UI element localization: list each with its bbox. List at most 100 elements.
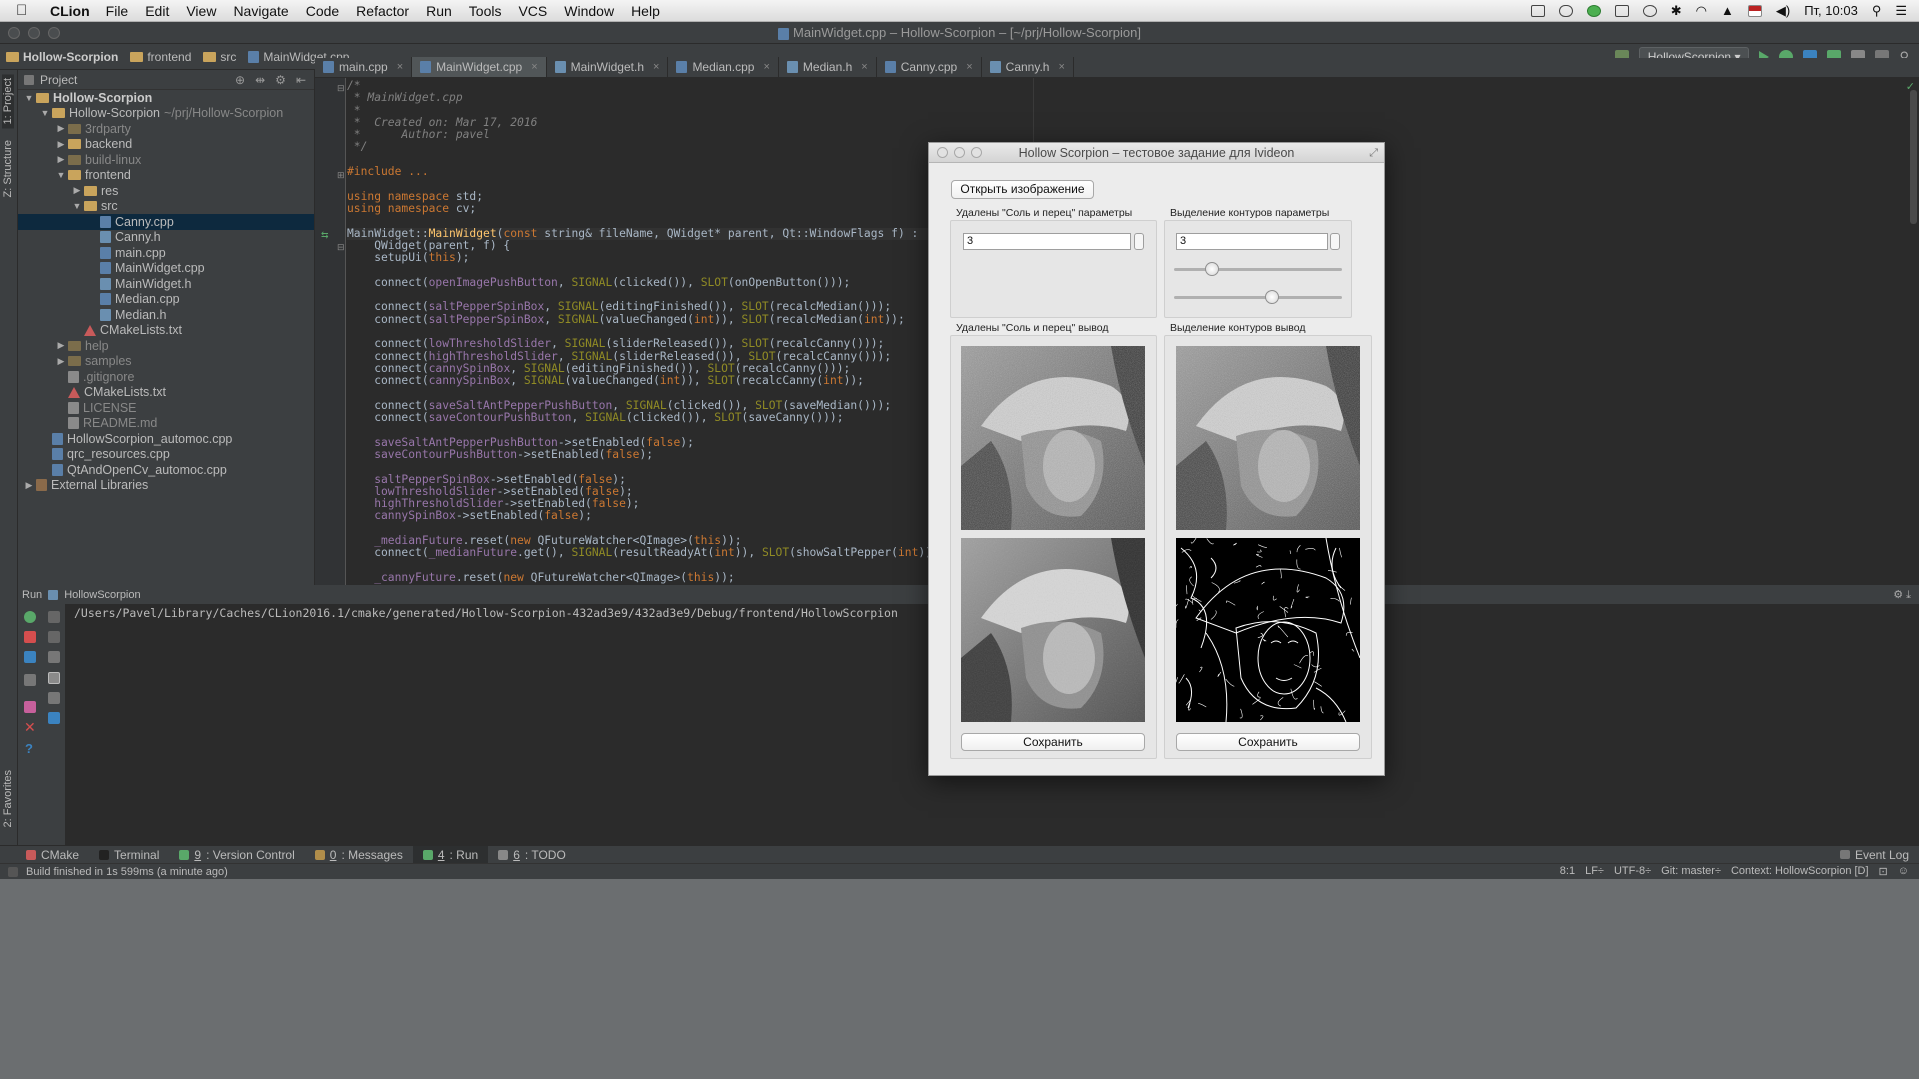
structure-tool-tab[interactable]: Z: Structure xyxy=(2,140,14,197)
soft-wrap-icon[interactable] xyxy=(48,651,60,663)
tree-item[interactable]: ▼ Hollow-Scorpion xyxy=(18,90,314,106)
help-icon[interactable]: ? xyxy=(25,741,33,756)
tree-item[interactable]: ▶ 3rdparty xyxy=(18,121,314,137)
settings-gear-icon[interactable]: ⚙ xyxy=(275,73,286,87)
collapse-icon[interactable]: ⇹ xyxy=(255,73,265,87)
canny-spin-arrows[interactable] xyxy=(1330,233,1340,250)
salt-pepper-spinbox[interactable]: 3 xyxy=(963,233,1131,250)
tree-item[interactable]: .gitignore xyxy=(18,369,314,385)
tree-item[interactable]: ▶ build-linux xyxy=(18,152,314,168)
close-tab-icon[interactable]: × xyxy=(531,61,537,73)
expand-arrow-icon[interactable]: ▼ xyxy=(38,108,52,118)
lock-icon[interactable]: ⊡ xyxy=(1879,865,1888,878)
menu-vcs[interactable]: VCS xyxy=(518,3,547,19)
tool-button-terminal[interactable]: Terminal xyxy=(89,846,169,864)
status-message[interactable]: Build finished in 1s 599ms (a minute ago… xyxy=(26,866,228,878)
stop-icon[interactable] xyxy=(24,631,36,643)
tree-item[interactable]: Canny.cpp xyxy=(18,214,314,230)
editor-gutter[interactable]: ⊟ ⊞ ⇆ ⊟ xyxy=(315,78,346,585)
clear-all-icon[interactable] xyxy=(48,712,60,724)
print-icon[interactable] xyxy=(48,692,60,704)
open-image-button[interactable]: Открыть изображение xyxy=(951,180,1094,199)
hector-icon[interactable]: ☺ xyxy=(1898,865,1909,878)
low-threshold-slider[interactable] xyxy=(1174,268,1342,271)
wifi-icon[interactable]: ◠ xyxy=(1696,3,1707,19)
volume-icon[interactable]: ◀) xyxy=(1776,3,1790,19)
run-tab-label[interactable]: Run xyxy=(22,589,42,601)
close-tab-icon[interactable]: × xyxy=(397,61,403,73)
tool-button-run-tool[interactable]: 4: Run xyxy=(412,845,489,864)
line-separator[interactable]: LF÷ xyxy=(1585,865,1604,878)
expand-arrow-icon[interactable]: ▶ xyxy=(54,340,68,351)
project-tool-tab[interactable]: 1: Project xyxy=(2,74,14,129)
close-tab-icon[interactable]: × xyxy=(763,61,769,73)
editor-tab[interactable]: Median.h × xyxy=(779,57,877,77)
app-menu[interactable]: CLion xyxy=(50,3,90,19)
breadcrumb-project[interactable]: Hollow-Scorpion xyxy=(0,50,124,64)
locate-icon[interactable]: ⊕ xyxy=(235,73,245,87)
qt-close-button[interactable] xyxy=(937,147,948,158)
chrome-icon[interactable] xyxy=(1586,4,1601,17)
fold-icon[interactable]: ⊟ xyxy=(337,242,345,253)
run-config-name[interactable]: HollowScorpion xyxy=(64,589,140,601)
close-tab-icon[interactable]: × xyxy=(1058,61,1064,73)
tree-item[interactable]: MainWidget.h xyxy=(18,276,314,292)
clock[interactable]: Пт, 10:03 xyxy=(1804,3,1858,18)
qt-minimize-button[interactable] xyxy=(954,147,965,158)
expand-arrow-icon[interactable]: ▶ xyxy=(54,123,68,134)
pause-icon[interactable] xyxy=(24,651,36,663)
event-log-button[interactable]: Event Log xyxy=(1830,846,1919,864)
breadcrumb-src[interactable]: src xyxy=(197,50,242,64)
save-canny-button[interactable]: Сохранить xyxy=(1176,733,1360,751)
tree-item[interactable]: README.md xyxy=(18,416,314,432)
bluetooth-icon[interactable]: ✱ xyxy=(1671,3,1682,19)
minimize-button[interactable] xyxy=(28,27,40,39)
expand-arrow-icon[interactable]: ▼ xyxy=(70,201,84,211)
expand-arrow-icon[interactable]: ▼ xyxy=(22,93,36,103)
tree-item[interactable]: Canny.h xyxy=(18,230,314,246)
tree-item[interactable]: ▼ Hollow-Scorpion ~/prj/Hollow-Scorpion xyxy=(18,106,314,122)
menu-help[interactable]: Help xyxy=(631,3,660,19)
tree-item[interactable]: qrc_resources.cpp xyxy=(18,447,314,463)
editor-tab[interactable]: MainWidget.cpp × xyxy=(412,57,547,77)
scroll-up-icon[interactable] xyxy=(48,611,60,623)
tool-button-cmake[interactable]: CMake xyxy=(16,846,89,864)
expand-arrow-icon[interactable]: ▼ xyxy=(54,170,68,180)
window-icon[interactable] xyxy=(1530,4,1545,17)
editor-tab[interactable]: Canny.h × xyxy=(982,57,1074,77)
rerun-icon[interactable] xyxy=(24,611,36,623)
tree-item[interactable]: ▶ res xyxy=(18,183,314,199)
tree-item[interactable]: ▶ samples xyxy=(18,354,314,370)
tool-button-todo[interactable]: 6: TODO xyxy=(488,846,576,864)
menu-file[interactable]: File xyxy=(106,3,129,19)
toggle-tool-windows-icon[interactable] xyxy=(8,866,18,877)
time-machine-icon[interactable] xyxy=(1642,4,1657,17)
fold-icon[interactable]: ⊞ xyxy=(337,170,345,181)
tree-item[interactable]: QtAndOpenCv_automoc.cpp xyxy=(18,462,314,478)
tree-item[interactable]: HollowScorpion_automoc.cpp xyxy=(18,431,314,447)
fold-icon[interactable]: ⊟ xyxy=(337,83,345,94)
apple-icon[interactable]:  xyxy=(16,2,36,19)
hide-panel-icon[interactable]: ⇤ xyxy=(296,73,306,87)
notification-center-icon[interactable]: ☰ xyxy=(1895,3,1907,19)
flag-icon[interactable] xyxy=(1747,4,1762,17)
salt-pepper-spin-arrows[interactable] xyxy=(1134,233,1144,250)
close-button[interactable] xyxy=(8,27,20,39)
tree-item[interactable]: Median.cpp xyxy=(18,292,314,308)
tool-button-version-control[interactable]: 9: Version Control xyxy=(169,846,304,864)
tree-item[interactable]: main.cpp xyxy=(18,245,314,261)
menu-refactor[interactable]: Refactor xyxy=(356,3,409,19)
expand-arrow-icon[interactable]: ▶ xyxy=(54,139,68,150)
menu-view[interactable]: View xyxy=(186,3,216,19)
dump-threads-icon[interactable] xyxy=(24,674,36,686)
high-threshold-handle[interactable] xyxy=(1264,290,1279,304)
tree-item[interactable]: LICENSE xyxy=(18,400,314,416)
canny-spinbox[interactable]: 3 xyxy=(1176,233,1328,250)
fullscreen-icon[interactable]: ⤢ xyxy=(1369,143,1378,163)
favorites-tool-tab[interactable]: 2: Favorites xyxy=(2,770,14,827)
close-tab-icon[interactable]: × xyxy=(653,61,659,73)
scroll-to-end-icon[interactable] xyxy=(48,672,60,684)
expand-arrow-icon[interactable]: ▶ xyxy=(22,480,36,491)
menu-edit[interactable]: Edit xyxy=(145,3,169,19)
scroll-down-icon[interactable] xyxy=(48,631,60,643)
